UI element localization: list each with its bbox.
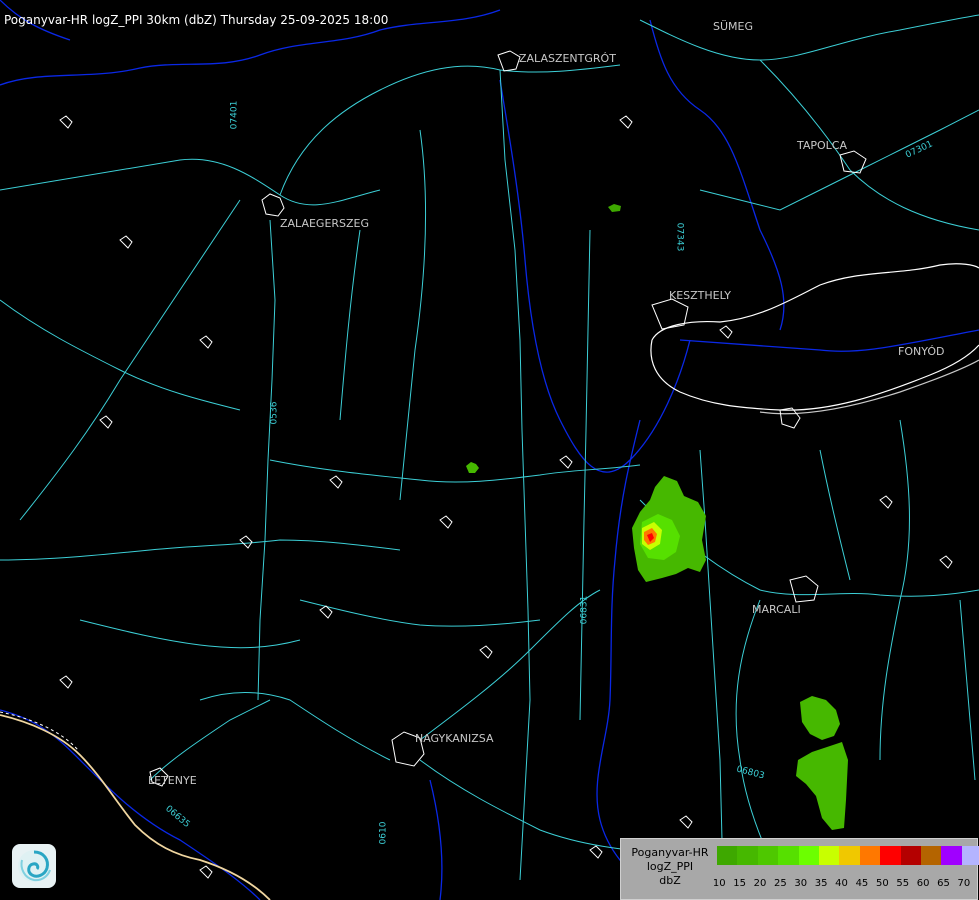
legend-swatch — [900, 846, 921, 865]
road-label: 07343 — [674, 222, 685, 252]
city-label-sumeg: SÜMEG — [713, 20, 753, 33]
legend-swatch — [961, 846, 979, 865]
city-label-zalaegerszeg: ZALAEGERSZEG — [280, 217, 370, 230]
legend-tick-label: 45 — [855, 878, 869, 889]
road-label: 07401 — [229, 100, 240, 130]
radar-map — [0, 0, 979, 900]
legend-tick-label: 60 — [916, 878, 930, 889]
road-label: 0536 — [269, 401, 280, 425]
city-label-fonyod: FONYÓD — [898, 345, 945, 358]
dbz-legend: Poganyvar-HR logZ_PPI dbZ 10 15 20 25 30 35 40… — [620, 838, 979, 900]
lake-balaton — [650, 263, 979, 415]
legend-color-scale — [717, 846, 979, 865]
legend-tick-label: 55 — [896, 878, 910, 889]
city-label-marcali: MARCALI — [752, 603, 801, 616]
road-label: 06831 — [579, 595, 590, 625]
city-label-nagykanizsa: NAGYKANIZSA — [415, 732, 494, 745]
legend-tick-label: 50 — [875, 878, 889, 889]
legend-swatch — [717, 846, 738, 865]
radar-logo — [12, 844, 56, 888]
legend-tick-label: 40 — [835, 878, 848, 889]
echo-keszthely-north — [608, 204, 621, 212]
city-label-keszthely: KESZTHELY — [669, 289, 732, 302]
legend-swatch — [859, 846, 881, 865]
city-label-letenye: LETENYE — [148, 774, 197, 787]
legend-swatch — [778, 846, 799, 865]
legend-swatch — [839, 846, 860, 865]
legend-name-line: Poganyvar-HR — [631, 846, 709, 859]
legend-tick-label: 35 — [814, 878, 828, 889]
legend-swatch — [737, 846, 758, 865]
legend-swatch — [757, 846, 779, 865]
legend-tick-label: 65 — [937, 878, 950, 889]
legend-swatch — [941, 846, 962, 865]
legend-name-line: dbZ — [659, 874, 681, 887]
legend-tick-label: 20 — [753, 878, 767, 889]
radar-title: Poganyvar-HR logZ_PPI 30km (dbZ) Thursda… — [4, 13, 389, 27]
legend-ticks: 10 15 20 25 30 35 40 45 50 55 60 65 70 — [709, 878, 974, 889]
radar-echoes — [466, 204, 848, 830]
legend-tick-label: 25 — [774, 878, 787, 889]
legend-tick-label: 10 — [712, 878, 726, 889]
legend-name: Poganyvar-HR logZ_PPI dbZ — [627, 846, 713, 888]
legend-tick-label: 30 — [794, 878, 808, 889]
legend-name-line: logZ_PPI — [646, 860, 694, 873]
echo-south-east-2 — [796, 742, 848, 830]
city-label-tapolca: TAPOLCA — [797, 139, 848, 152]
road-label: 0610 — [378, 821, 389, 845]
legend-tick-label: 15 — [733, 878, 746, 889]
legend-swatch — [818, 846, 840, 865]
legend-swatch — [880, 846, 901, 865]
echo-south-east-1 — [800, 696, 840, 740]
echo-center — [466, 462, 479, 473]
swirl-logo-icon — [18, 850, 51, 882]
city-label-zalaszentgrot: ZALASZENTGRÓT — [519, 52, 616, 65]
legend-swatch — [920, 846, 942, 865]
legend-tick-label: 70 — [957, 878, 971, 889]
legend-swatch — [798, 846, 819, 865]
